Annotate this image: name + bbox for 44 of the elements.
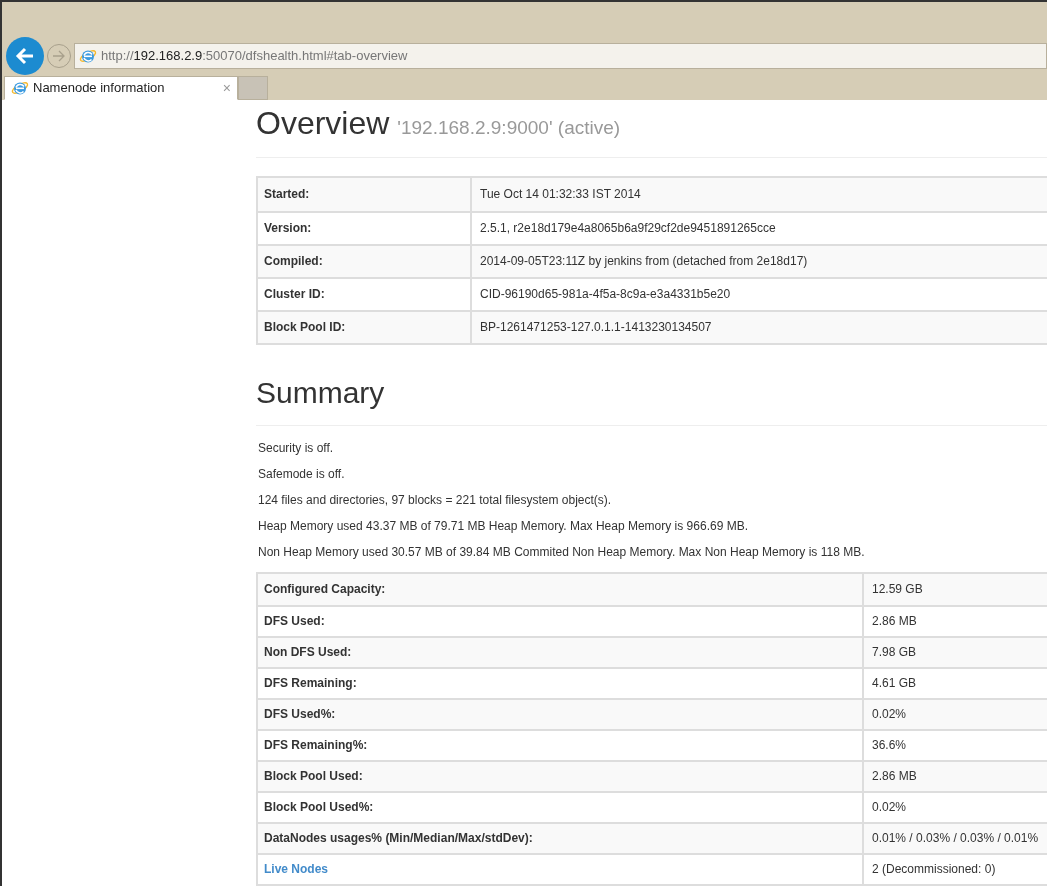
summary-heading: Summary	[256, 375, 385, 409]
table-cell-text: 7.98 GB	[871, 644, 918, 661]
table-header-cell-text: Block Pool Used:	[264, 768, 363, 785]
new-tab-button[interactable]	[238, 76, 268, 100]
back-button[interactable]	[6, 37, 44, 75]
table-cell-text: 2.86 MB	[871, 768, 918, 785]
table-header-cell-text: DataNodes usages% (Min/Median/Max/stdDev):	[264, 830, 533, 847]
table-cell-text: BP-1261471253-127.0.1.1-1413230134507	[479, 319, 713, 336]
table-cell-text: 4.61 GB	[871, 675, 918, 692]
table-cell-text: 0.02%	[871, 706, 908, 723]
table-header-cell-text: Non DFS Used:	[264, 644, 352, 661]
live-nodes-link[interactable]: Live Nodes	[264, 860, 329, 878]
table-cell-text: 2 (Decommissioned: 0)	[871, 861, 997, 878]
table-header-cell-text: DFS Remaining:	[264, 675, 357, 692]
summary-text: Security is off.	[258, 439, 335, 456]
browser-logo-icon	[11, 79, 29, 97]
table-header-cell-text: Block Pool Used%:	[264, 799, 374, 816]
table-cell-text: 2.5.1, r2e18d179e4a8065b6a9f29cf2de9451891265cce	[479, 220, 777, 237]
table-header-cell-text: DFS Remaining%:	[264, 737, 368, 754]
browser-logo-icon	[79, 47, 97, 65]
summary-text: Non Heap Memory used 30.57 MB of 39.84 MB Commited Non Heap Memory. Max Non Heap Memory is 118 MB.	[258, 543, 866, 560]
table-cell-text: 0.01% / 0.03% / 0.03% / 0.01%	[871, 830, 1040, 847]
table-header-cell: Block Pool ID:	[258, 311, 472, 343]
summary-text: 124 files and directories, 97 blocks = 221 total filesystem object(s).	[258, 491, 613, 508]
table-header-cell-text: DFS Used%:	[264, 706, 336, 723]
table-cell-text: 12.59 GB	[871, 581, 924, 598]
tab-title: Namenode information	[33, 79, 166, 98]
table-cell-text: CID-96190d65-981a-4f5a-8c9a-e3a4331b5e20	[479, 286, 732, 303]
overview-heading: Overview	[256, 104, 390, 143]
summary-text: Heap Memory used 43.37 MB of 79.71 MB Heap Memory. Max Heap Memory is 966.69 MB.	[258, 517, 749, 534]
table-cell-text: 2.86 MB	[871, 613, 918, 630]
table-cell-text: 2014-09-05T23:11Z by jenkins from (detached from 2e18d17)	[479, 253, 809, 270]
url-text: http://192.168.2.9:50070/dfshealth.html#tab-overview	[101, 47, 408, 66]
browser-tab[interactable]: Namenode information ×	[4, 76, 238, 100]
table-cell-text: Tue Oct 14 01:32:33 IST 2014	[479, 186, 642, 203]
table-cell-text: 0.02%	[871, 799, 908, 816]
forward-arrow-icon	[52, 50, 66, 62]
overview-subtitle: '192.168.2.9:9000' (active)	[397, 116, 621, 140]
table-header-cell-text: DFS Used:	[264, 613, 325, 630]
table-header-cell-text: Configured Capacity:	[264, 581, 386, 598]
summary-text: Safemode is off.	[258, 465, 346, 482]
table-cell-text: 36.6%	[871, 737, 908, 754]
address-field[interactable]: http://192.168.2.9:50070/dfshealth.html#tab-overview	[74, 43, 1047, 69]
back-arrow-icon	[15, 47, 35, 65]
